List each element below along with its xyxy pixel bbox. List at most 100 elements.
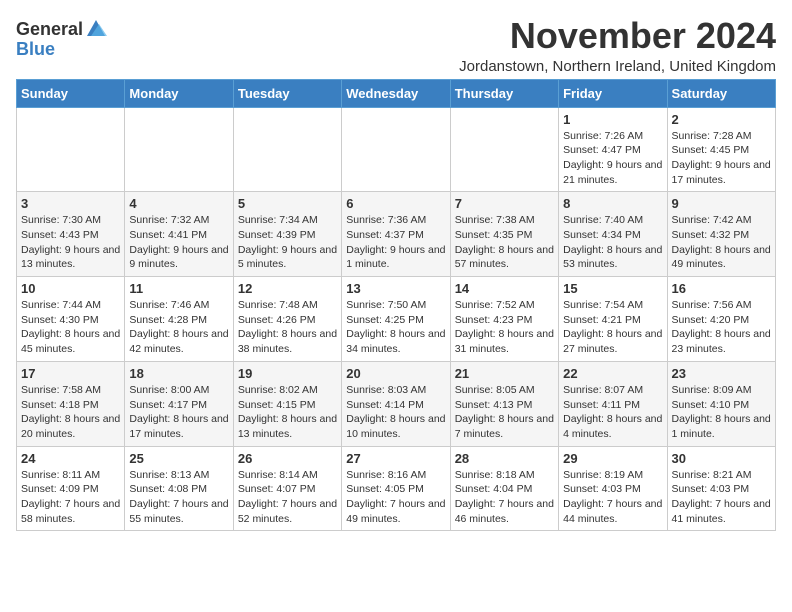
calendar-header-tuesday: Tuesday — [233, 79, 341, 107]
logo-icon — [85, 18, 107, 40]
day-number: 8 — [563, 196, 662, 211]
calendar-table: SundayMondayTuesdayWednesdayThursdayFrid… — [16, 79, 776, 532]
day-info: Sunrise: 7:48 AM Sunset: 4:26 PM Dayligh… — [238, 298, 337, 357]
calendar-cell: 8 Sunrise: 7:40 AM Sunset: 4:34 PM Daylig… — [559, 192, 667, 277]
day-info: Sunrise: 8:05 AM Sunset: 4:13 PM Dayligh… — [455, 383, 554, 442]
day-number: 6 — [346, 196, 445, 211]
day-number: 29 — [563, 451, 662, 466]
day-info: Sunrise: 7:42 AM Sunset: 4:32 PM Dayligh… — [672, 213, 771, 272]
day-number: 23 — [672, 366, 771, 381]
day-info: Sunrise: 8:02 AM Sunset: 4:15 PM Dayligh… — [238, 383, 337, 442]
calendar-cell: 13 Sunrise: 7:50 AM Sunset: 4:25 PM Dayli… — [342, 277, 450, 362]
day-number: 30 — [672, 451, 771, 466]
day-info: Sunrise: 7:40 AM Sunset: 4:34 PM Dayligh… — [563, 213, 662, 272]
day-info: Sunrise: 8:14 AM Sunset: 4:07 PM Dayligh… — [238, 468, 337, 527]
day-info: Sunrise: 8:11 AM Sunset: 4:09 PM Dayligh… — [21, 468, 120, 527]
day-number: 5 — [238, 196, 337, 211]
day-info: Sunrise: 7:38 AM Sunset: 4:35 PM Dayligh… — [455, 213, 554, 272]
calendar-cell — [233, 107, 341, 192]
day-number: 22 — [563, 366, 662, 381]
calendar-week-3: 10Sunrise: 7:44 AM Sunset: 4:30 PM Dayli… — [17, 277, 776, 362]
calendar-cell: 30 Sunrise: 8:21 AM Sunset: 4:03 PM Dayli… — [667, 446, 775, 531]
day-number: 27 — [346, 451, 445, 466]
day-info: Sunrise: 7:32 AM Sunset: 4:41 PM Dayligh… — [129, 213, 228, 272]
day-info: Sunrise: 8:19 AM Sunset: 4:03 PM Dayligh… — [563, 468, 662, 527]
day-number: 24 — [21, 451, 120, 466]
day-number: 25 — [129, 451, 228, 466]
calendar-cell: 9 Sunrise: 7:42 AM Sunset: 4:32 PM Daylig… — [667, 192, 775, 277]
calendar-week-4: 17Sunrise: 7:58 AM Sunset: 4:18 PM Dayli… — [17, 361, 776, 446]
day-info: Sunrise: 8:03 AM Sunset: 4:14 PM Dayligh… — [346, 383, 445, 442]
calendar-cell: 11 Sunrise: 7:46 AM Sunset: 4:28 PM Dayli… — [125, 277, 233, 362]
day-number: 15 — [563, 281, 662, 296]
day-number: 28 — [455, 451, 554, 466]
day-number: 11 — [129, 281, 228, 296]
calendar-cell: 14 Sunrise: 7:52 AM Sunset: 4:23 PM Dayli… — [450, 277, 558, 362]
calendar-cell — [125, 107, 233, 192]
day-info: Sunrise: 8:21 AM Sunset: 4:03 PM Dayligh… — [672, 468, 771, 527]
calendar-cell: 17Sunrise: 7:58 AM Sunset: 4:18 PM Dayli… — [17, 361, 125, 446]
day-number: 7 — [455, 196, 554, 211]
calendar-cell — [342, 107, 450, 192]
location-subtitle: Jordanstown, Northern Ireland, United Ki… — [459, 58, 776, 75]
day-info: Sunrise: 7:46 AM Sunset: 4:28 PM Dayligh… — [129, 298, 228, 357]
day-number: 20 — [346, 366, 445, 381]
day-number: 19 — [238, 366, 337, 381]
day-number: 9 — [672, 196, 771, 211]
calendar-cell: 7 Sunrise: 7:38 AM Sunset: 4:35 PM Daylig… — [450, 192, 558, 277]
calendar-week-1: 1 Sunrise: 7:26 AM Sunset: 4:47 PM Daylig… — [17, 107, 776, 192]
calendar-cell: 10Sunrise: 7:44 AM Sunset: 4:30 PM Dayli… — [17, 277, 125, 362]
logo: General Blue — [16, 20, 107, 60]
calendar-cell: 24 Sunrise: 8:11 AM Sunset: 4:09 PM Dayli… — [17, 446, 125, 531]
calendar-cell: 26Sunrise: 8:14 AM Sunset: 4:07 PM Dayli… — [233, 446, 341, 531]
calendar-cell: 27Sunrise: 8:16 AM Sunset: 4:05 PM Dayli… — [342, 446, 450, 531]
calendar-cell: 23 Sunrise: 8:09 AM Sunset: 4:10 PM Dayli… — [667, 361, 775, 446]
calendar-cell — [17, 107, 125, 192]
day-number: 21 — [455, 366, 554, 381]
calendar-cell: 1 Sunrise: 7:26 AM Sunset: 4:47 PM Daylig… — [559, 107, 667, 192]
day-info: Sunrise: 8:07 AM Sunset: 4:11 PM Dayligh… — [563, 383, 662, 442]
day-info: Sunrise: 8:00 AM Sunset: 4:17 PM Dayligh… — [129, 383, 228, 442]
calendar-week-2: 3 Sunrise: 7:30 AM Sunset: 4:43 PM Daylig… — [17, 192, 776, 277]
calendar-cell: 2Sunrise: 7:28 AM Sunset: 4:45 PM Daylig… — [667, 107, 775, 192]
calendar-header-row: SundayMondayTuesdayWednesdayThursdayFrid… — [17, 79, 776, 107]
day-info: Sunrise: 7:34 AM Sunset: 4:39 PM Dayligh… — [238, 213, 337, 272]
calendar-cell: 6Sunrise: 7:36 AM Sunset: 4:37 PM Daylig… — [342, 192, 450, 277]
calendar-week-5: 24 Sunrise: 8:11 AM Sunset: 4:09 PM Dayli… — [17, 446, 776, 531]
day-number: 3 — [21, 196, 120, 211]
calendar-cell: 12 Sunrise: 7:48 AM Sunset: 4:26 PM Dayli… — [233, 277, 341, 362]
day-number: 13 — [346, 281, 445, 296]
calendar-header-wednesday: Wednesday — [342, 79, 450, 107]
day-info: Sunrise: 7:50 AM Sunset: 4:25 PM Dayligh… — [346, 298, 445, 357]
header: General Blue November 2024 Jordanstown, … — [16, 16, 776, 75]
day-info: Sunrise: 7:52 AM Sunset: 4:23 PM Dayligh… — [455, 298, 554, 357]
day-number: 2 — [672, 112, 771, 127]
day-info: Sunrise: 7:26 AM Sunset: 4:47 PM Dayligh… — [563, 129, 662, 188]
calendar-cell: 22 Sunrise: 8:07 AM Sunset: 4:11 PM Dayli… — [559, 361, 667, 446]
calendar-header-monday: Monday — [125, 79, 233, 107]
calendar-cell: 16Sunrise: 7:56 AM Sunset: 4:20 PM Dayli… — [667, 277, 775, 362]
calendar-cell: 19 Sunrise: 8:02 AM Sunset: 4:15 PM Dayli… — [233, 361, 341, 446]
day-info: Sunrise: 8:09 AM Sunset: 4:10 PM Dayligh… — [672, 383, 771, 442]
day-info: Sunrise: 8:13 AM Sunset: 4:08 PM Dayligh… — [129, 468, 228, 527]
day-number: 1 — [563, 112, 662, 127]
day-info: Sunrise: 7:30 AM Sunset: 4:43 PM Dayligh… — [21, 213, 120, 272]
calendar-cell: 4 Sunrise: 7:32 AM Sunset: 4:41 PM Daylig… — [125, 192, 233, 277]
day-number: 18 — [129, 366, 228, 381]
calendar-cell: 3 Sunrise: 7:30 AM Sunset: 4:43 PM Daylig… — [17, 192, 125, 277]
day-number: 17 — [21, 366, 120, 381]
calendar-cell: 18 Sunrise: 8:00 AM Sunset: 4:17 PM Dayli… — [125, 361, 233, 446]
calendar-cell — [450, 107, 558, 192]
day-number: 12 — [238, 281, 337, 296]
calendar-cell: 29 Sunrise: 8:19 AM Sunset: 4:03 PM Dayli… — [559, 446, 667, 531]
calendar-cell: 25 Sunrise: 8:13 AM Sunset: 4:08 PM Dayli… — [125, 446, 233, 531]
day-info: Sunrise: 7:44 AM Sunset: 4:30 PM Dayligh… — [21, 298, 120, 357]
calendar-header-saturday: Saturday — [667, 79, 775, 107]
day-number: 4 — [129, 196, 228, 211]
logo-blue: Blue — [16, 40, 107, 60]
calendar-cell: 15 Sunrise: 7:54 AM Sunset: 4:21 PM Dayli… — [559, 277, 667, 362]
day-number: 14 — [455, 281, 554, 296]
day-info: Sunrise: 7:54 AM Sunset: 4:21 PM Dayligh… — [563, 298, 662, 357]
calendar-header-friday: Friday — [559, 79, 667, 107]
calendar-cell: 28Sunrise: 8:18 AM Sunset: 4:04 PM Dayli… — [450, 446, 558, 531]
